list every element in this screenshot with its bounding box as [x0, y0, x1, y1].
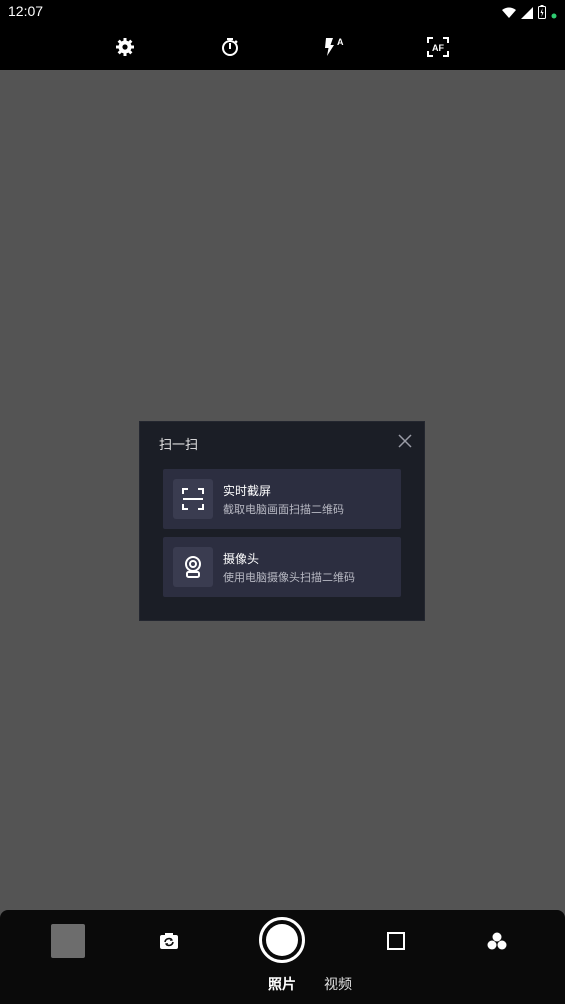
mode-video-tab[interactable]: 视频 [324, 974, 352, 994]
shutter-inner [266, 924, 298, 956]
settings-icon[interactable] [112, 34, 138, 60]
status-icons [502, 4, 557, 23]
svg-text:A: A [337, 37, 344, 47]
battery-icon [538, 4, 546, 23]
cell-signal-icon [521, 4, 533, 23]
autofocus-icon[interactable]: AF [425, 34, 451, 60]
option-realtime-screenshot[interactable]: 实时截屏 截取电脑画面扫描二维码 [163, 469, 401, 529]
gallery-thumbnail[interactable] [51, 924, 85, 958]
close-icon[interactable] [396, 432, 414, 450]
flash-auto-icon[interactable]: A [321, 34, 347, 60]
option-subtitle: 使用电脑摄像头扫描二维码 [223, 571, 355, 584]
filters-icon[interactable] [486, 930, 508, 952]
scan-dialog: 扫一扫 实时截屏 截取电脑画面扫描二维码 摄像头 使用电脑摄像头扫描二维码 [139, 421, 425, 621]
aspect-ratio-icon[interactable] [385, 930, 407, 952]
webcam-icon [173, 547, 213, 587]
dialog-title: 扫一扫 [159, 438, 199, 453]
option-subtitle: 截取电脑画面扫描二维码 [223, 503, 344, 516]
camera-bottom-bar: 照片 视频 [0, 910, 565, 1004]
notification-dot-icon [551, 4, 557, 23]
status-bar: 12:07 [0, 0, 565, 24]
option-title: 摄像头 [223, 552, 260, 566]
mode-photo-tab[interactable]: 照片 [268, 974, 296, 994]
option-title: 实时截屏 [223, 484, 272, 498]
camera-toolbar: A AF [0, 24, 565, 70]
shutter-button[interactable] [259, 917, 305, 963]
wifi-icon [502, 4, 516, 23]
status-time: 12:07 [8, 3, 44, 19]
timer-icon[interactable] [217, 34, 243, 60]
svg-text:AF: AF [432, 43, 444, 53]
scan-frame-icon [173, 479, 213, 519]
option-webcam[interactable]: 摄像头 使用电脑摄像头扫描二维码 [163, 537, 401, 597]
switch-camera-icon[interactable] [158, 930, 180, 952]
